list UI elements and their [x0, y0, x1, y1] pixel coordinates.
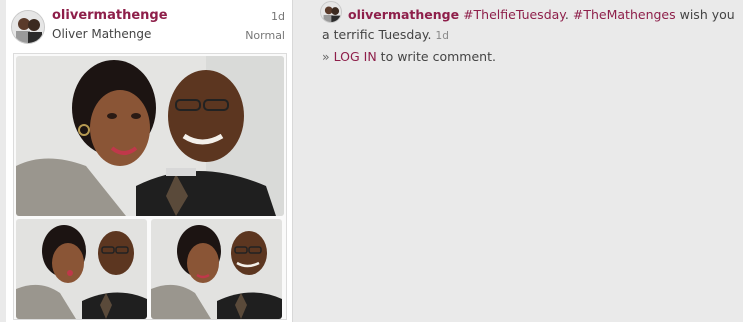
comments-panel: olivermathenge #ThelfieTuesday. #TheMath…: [316, 0, 743, 322]
couple-selfie-photo[interactable]: [16, 56, 284, 216]
post-time: 1d: [271, 10, 285, 23]
login-prompt: » LOG IN to write comment.: [322, 49, 496, 64]
login-link[interactable]: LOG IN: [334, 49, 377, 64]
caption-separator: .: [564, 7, 569, 22]
photo-collage[interactable]: [13, 53, 287, 320]
post-username[interactable]: olivermathenge: [52, 8, 168, 23]
couple-pose-photo[interactable]: [16, 219, 147, 319]
login-prompt-text: to write comment.: [376, 49, 496, 64]
post-header: olivermathenge Oliver Mathenge 1d Normal: [6, 0, 293, 50]
post-filter: Normal: [245, 29, 285, 42]
caption-username[interactable]: olivermathenge: [348, 7, 459, 22]
post-card: olivermathenge Oliver Mathenge 1d Normal: [6, 0, 293, 322]
caption-time: 1d: [435, 30, 449, 42]
post-caption: olivermathenge #ThelfieTuesday. #TheMath…: [322, 5, 738, 46]
chevron-right-icon: »: [322, 49, 330, 64]
couple-pose-photo[interactable]: [151, 219, 282, 319]
post-full-name: Oliver Mathenge: [52, 27, 152, 41]
hashtag-link[interactable]: #ThelfieTuesday: [463, 7, 565, 22]
hashtag-link[interactable]: #TheMathenges: [573, 7, 676, 22]
user-avatar[interactable]: [11, 10, 45, 44]
